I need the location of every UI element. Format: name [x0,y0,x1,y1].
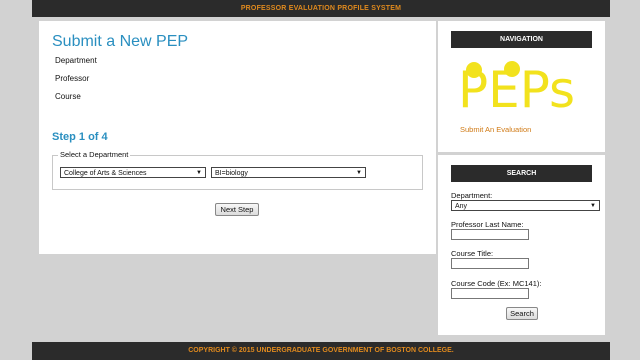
chevron-down-icon: ▼ [196,170,202,176]
navigation-panel: NAVIGATION PEPs Submit An Evaluation [438,21,605,152]
chevron-down-icon: ▼ [590,203,596,209]
department-select-value: BI=biology [215,170,248,177]
peps-logo: PEPs [460,61,575,111]
search-heading: SEARCH [451,165,592,182]
site-header: PROFESSOR EVALUATION PROFILE SYSTEM [32,0,610,17]
next-step-button[interactable]: Next Step [215,203,259,216]
main-panel: Submit a New PEP Department Professor Co… [39,21,436,254]
course-title-label: Course Title: [451,249,494,258]
search-panel: SEARCH Department: Any ▼ Professor Last … [438,155,605,335]
submit-evaluation-link[interactable]: Submit An Evaluation [460,125,531,134]
school-select-value: College of Arts & Sciences [64,170,147,177]
step-indicator: Step 1 of 4 [52,131,108,143]
site-footer: COPYRIGHT © 2015 UNDERGRADUATE GOVERNMEN… [32,342,610,360]
logo-text: PEPs [460,61,575,111]
course-label: Course [55,92,81,101]
search-department-value: Any [455,203,468,210]
navigation-heading: NAVIGATION [451,31,592,48]
last-name-label: Professor Last Name: [451,220,524,229]
course-code-input[interactable] [451,288,529,299]
course-title-input[interactable] [451,258,529,269]
department-select[interactable]: BI=biology ▼ [211,167,366,178]
search-department-label: Department: [451,191,493,200]
chevron-down-icon: ▼ [356,170,362,176]
course-code-label: Course Code (Ex: MC141): [451,279,542,288]
department-label: Department [55,56,97,65]
last-name-input[interactable] [451,229,529,240]
professor-label: Professor [55,74,90,83]
search-department-select[interactable]: Any ▼ [451,200,600,211]
page-title: Submit a New PEP [52,33,189,50]
fieldset-legend: Select a Department [58,150,131,159]
search-button[interactable]: Search [506,307,538,320]
school-select[interactable]: College of Arts & Sciences ▼ [60,167,206,178]
